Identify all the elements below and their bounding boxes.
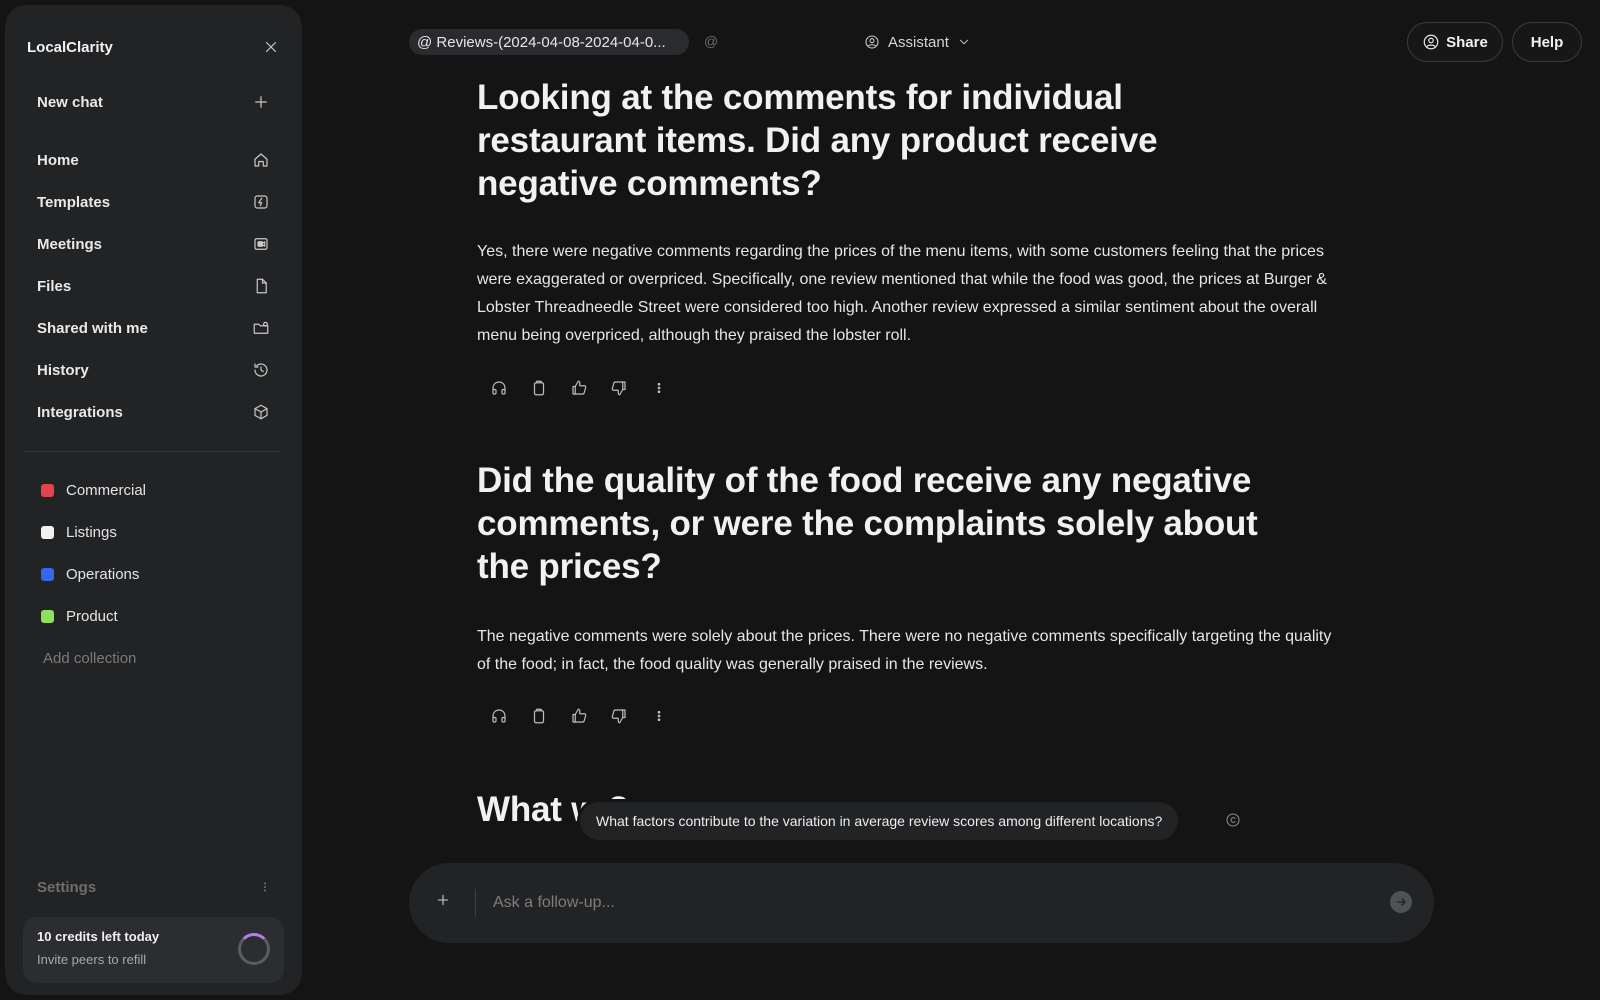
help-button[interactable]: Help bbox=[1512, 22, 1582, 62]
send-button[interactable] bbox=[1390, 891, 1412, 913]
collection-listings[interactable]: Listings bbox=[21, 511, 286, 553]
copyright-icon[interactable] bbox=[1225, 812, 1241, 828]
collection-color-dot bbox=[41, 525, 54, 539]
thumbs-up-icon[interactable] bbox=[567, 376, 591, 400]
collection-label: Listings bbox=[66, 523, 117, 541]
sidebar-header: LocalClarity bbox=[27, 35, 280, 59]
sidebar-item-shared[interactable]: Shared with me bbox=[21, 307, 286, 349]
credits-progress-ring bbox=[238, 933, 270, 965]
chevron-down-icon bbox=[957, 35, 971, 49]
plus-icon bbox=[252, 93, 270, 111]
sidebar-item-files[interactable]: Files bbox=[21, 265, 286, 307]
sidebar-nav: Home Templates Meetings Files Shared wit… bbox=[21, 139, 286, 433]
credits-card[interactable]: 10 credits left today Invite peers to re… bbox=[23, 917, 284, 983]
brand-name: LocalClarity bbox=[27, 38, 113, 56]
question-heading: Looking at the comments for individual r… bbox=[477, 78, 1158, 203]
close-sidebar-icon[interactable] bbox=[262, 38, 280, 56]
more-vertical-icon[interactable] bbox=[258, 880, 272, 894]
clipboard-icon[interactable] bbox=[527, 704, 551, 728]
collection-label: Product bbox=[66, 607, 118, 625]
sidebar-item-templates[interactable]: Templates bbox=[21, 181, 286, 223]
mention-button[interactable]: @ bbox=[704, 33, 718, 49]
sidebar-item-label: Home bbox=[37, 151, 79, 169]
user-circle-icon bbox=[864, 34, 880, 50]
credits-title: 10 credits left today bbox=[37, 929, 160, 944]
cube-icon bbox=[252, 403, 270, 421]
sidebar: LocalClarity New chat Home Templates Mee… bbox=[5, 5, 302, 995]
headphones-icon[interactable] bbox=[487, 704, 511, 728]
new-chat-button[interactable]: New chat bbox=[21, 81, 286, 123]
collection-operations[interactable]: Operations bbox=[21, 553, 286, 595]
collection-color-dot bbox=[41, 567, 54, 581]
video-icon bbox=[252, 235, 270, 253]
thumbs-down-icon[interactable] bbox=[607, 704, 631, 728]
collection-color-dot bbox=[41, 483, 54, 497]
collection-label: Commercial bbox=[66, 481, 147, 499]
question-heading: Did the quality of the food receive any … bbox=[477, 461, 1258, 586]
home-icon bbox=[252, 151, 270, 169]
history-icon bbox=[252, 361, 270, 379]
attach-plus-icon[interactable] bbox=[435, 892, 451, 908]
thumbs-down-icon[interactable] bbox=[607, 376, 631, 400]
clipboard-icon[interactable] bbox=[527, 376, 551, 400]
answer-actions bbox=[487, 704, 671, 728]
sidebar-item-meetings[interactable]: Meetings bbox=[21, 223, 286, 265]
answer-text: The negative comments were solely about … bbox=[477, 628, 1332, 673]
thumbs-up-icon[interactable] bbox=[567, 704, 591, 728]
share-users-icon bbox=[1422, 33, 1440, 51]
share-button[interactable]: Share bbox=[1407, 22, 1503, 62]
sidebar-item-history[interactable]: History bbox=[21, 349, 286, 391]
new-chat-label: New chat bbox=[37, 93, 103, 111]
composer-divider bbox=[475, 889, 476, 917]
add-collection-button[interactable]: Add collection bbox=[21, 637, 286, 679]
file-icon bbox=[252, 277, 270, 295]
collection-product[interactable]: Product bbox=[21, 595, 286, 637]
collections-list: Commercial Listings Operations Product A… bbox=[21, 469, 286, 679]
arrow-right-icon bbox=[1396, 898, 1406, 906]
collection-label: Operations bbox=[66, 565, 140, 583]
headphones-icon[interactable] bbox=[487, 376, 511, 400]
sidebar-item-label: History bbox=[37, 361, 89, 379]
credits-subtitle: Invite peers to refill bbox=[37, 952, 147, 967]
answer-text: Yes, there were negative comments regard… bbox=[477, 243, 1327, 344]
sidebar-item-home[interactable]: Home bbox=[21, 139, 286, 181]
sidebar-item-label: Templates bbox=[37, 193, 111, 211]
source-pill[interactable]: @ Reviews-(2024-04-08-2024-04-0... bbox=[409, 29, 689, 55]
suggestion-chip[interactable]: What factors contribute to the variation… bbox=[580, 802, 1179, 840]
more-vertical-icon[interactable] bbox=[647, 376, 671, 400]
sidebar-item-label: Integrations bbox=[37, 403, 123, 421]
shared-folder-icon bbox=[252, 319, 270, 337]
sidebar-item-label: Shared with me bbox=[37, 319, 148, 337]
more-vertical-icon[interactable] bbox=[647, 704, 671, 728]
assistant-selector[interactable]: Assistant bbox=[864, 30, 971, 54]
share-label: Share bbox=[1446, 33, 1488, 51]
settings-label: Settings bbox=[37, 878, 97, 896]
lightning-icon bbox=[252, 193, 270, 211]
answer-actions bbox=[487, 376, 671, 400]
sidebar-item-integrations[interactable]: Integrations bbox=[21, 391, 286, 433]
composer bbox=[409, 863, 1434, 943]
sidebar-item-label: Files bbox=[37, 277, 72, 295]
follow-up-input[interactable] bbox=[493, 887, 1353, 919]
sidebar-divider bbox=[23, 451, 280, 452]
sidebar-item-label: Meetings bbox=[37, 235, 103, 253]
collection-commercial[interactable]: Commercial bbox=[21, 469, 286, 511]
assistant-label: Assistant bbox=[888, 33, 949, 51]
settings-row[interactable]: Settings bbox=[37, 875, 272, 899]
collection-color-dot bbox=[41, 609, 54, 623]
